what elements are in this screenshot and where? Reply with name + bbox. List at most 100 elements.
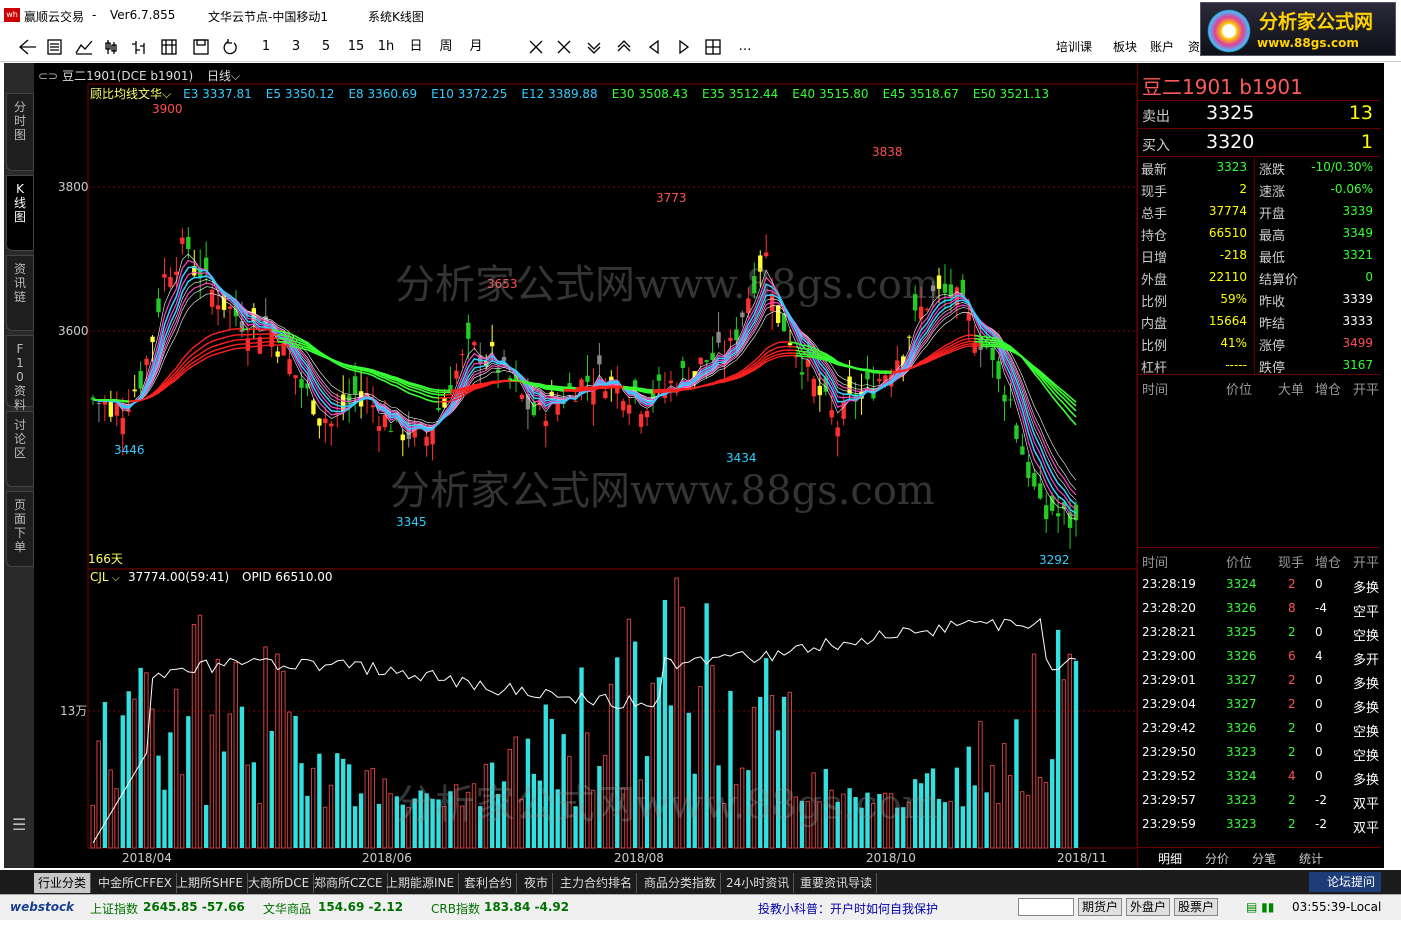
back-icon[interactable] bbox=[19, 39, 36, 55]
quote-tab-3[interactable]: 统计 bbox=[1299, 850, 1323, 867]
app-version: Ver6.7.855 bbox=[110, 8, 176, 22]
quote-key: 总手 bbox=[1141, 207, 1168, 222]
vol-dropdown-icon[interactable]: ⌵ bbox=[112, 573, 120, 584]
index-name-1[interactable]: 文华商品 bbox=[263, 900, 311, 917]
market-tab-2[interactable]: 上期所SHFE bbox=[172, 873, 249, 893]
candle-body bbox=[388, 430, 394, 432]
tick-row: 23:29:52 3324 4 0 多换 bbox=[1138, 767, 1381, 789]
watermark-2: 分析家公式网www.88gs.com bbox=[390, 468, 935, 514]
period-2[interactable]: 5 bbox=[316, 38, 336, 56]
market-tab-8[interactable]: 主力合约排名 bbox=[556, 873, 638, 893]
zoom-in-icon[interactable] bbox=[529, 40, 543, 54]
tip-text[interactable]: 投教小科普：开户时如何自我保护 bbox=[758, 900, 938, 917]
quote-right-5[interactable]: 结算价 0 bbox=[1259, 267, 1373, 289]
market-tab-0[interactable]: 行业分类 bbox=[34, 873, 92, 893]
candle-body bbox=[907, 336, 912, 338]
tick-cell-t: 23:29:01 bbox=[1142, 673, 1196, 687]
ma-line-bear-45 bbox=[92, 341, 1077, 407]
tick-cell-p: 3324 bbox=[1226, 769, 1257, 783]
quote-value: -0.06% bbox=[1330, 182, 1373, 196]
candle-body bbox=[698, 357, 703, 365]
period-7[interactable]: 月 bbox=[466, 38, 486, 56]
candle-body bbox=[501, 356, 507, 361]
market-tab-5[interactable]: 上期能源INE bbox=[382, 873, 460, 893]
quote-tab-2[interactable]: 分笔 bbox=[1252, 850, 1276, 867]
quote-key: 涨停 bbox=[1259, 339, 1286, 354]
tick-cell-o: 多换 bbox=[1353, 581, 1380, 596]
flower-logo-icon bbox=[1207, 9, 1251, 53]
market-tab-11[interactable]: 重要资讯导读 bbox=[796, 873, 878, 893]
buy-row[interactable]: 买入 3320 1 bbox=[1138, 129, 1381, 157]
candle-body bbox=[215, 305, 221, 310]
volume-bar bbox=[126, 691, 131, 848]
candle-icon[interactable] bbox=[105, 40, 117, 54]
quote-key: 日增 bbox=[1141, 251, 1168, 266]
candle-body bbox=[120, 418, 125, 435]
save-icon[interactable] bbox=[193, 39, 209, 55]
tick-header-b-0: 时间 bbox=[1142, 556, 1169, 571]
index-name-2[interactable]: CRB指数 bbox=[431, 900, 480, 917]
line-icon[interactable] bbox=[75, 40, 93, 55]
brand-url: www.88gs.com bbox=[1257, 36, 1359, 50]
buy-price: 3320 bbox=[1206, 131, 1255, 153]
xdate-2: 2018/08 bbox=[614, 851, 664, 865]
index-name-0[interactable]: 上证指数 bbox=[90, 900, 138, 917]
period-5[interactable]: 日 bbox=[406, 38, 426, 56]
market-tab-10[interactable]: 24小时资讯 bbox=[722, 873, 795, 893]
volume-bar bbox=[948, 800, 953, 849]
bar-icon[interactable] bbox=[132, 41, 145, 54]
account-button-1[interactable]: 外盘户 bbox=[1126, 898, 1171, 916]
candle-body bbox=[728, 337, 733, 341]
tick-cell-t: 23:28:19 bbox=[1142, 577, 1196, 591]
chevron-down-icon[interactable] bbox=[587, 42, 601, 54]
toolbar-link-0[interactable]: 培训课 bbox=[1056, 38, 1092, 55]
quote-tab-0[interactable]: 明细 bbox=[1158, 850, 1182, 867]
candle-body bbox=[817, 385, 823, 396]
candle-body bbox=[203, 257, 209, 271]
market-tab-3[interactable]: 大商所DCE bbox=[244, 873, 315, 893]
period-4[interactable]: 1h bbox=[376, 38, 396, 56]
sell-label: 卖出 bbox=[1142, 109, 1170, 125]
forum-button[interactable]: 论坛提问 bbox=[1309, 872, 1381, 892]
layout-icon[interactable] bbox=[705, 39, 721, 55]
candle-body bbox=[1055, 513, 1061, 517]
period-0[interactable]: 1 bbox=[256, 38, 276, 56]
list-icon[interactable] bbox=[47, 39, 62, 55]
forum-label: 论坛提问 bbox=[1327, 875, 1376, 889]
clock: 03:55:39-Local bbox=[1292, 900, 1382, 914]
period-6[interactable]: 周 bbox=[436, 38, 456, 56]
refresh-icon[interactable] bbox=[223, 39, 237, 55]
candle-body bbox=[638, 414, 644, 427]
quote-tab-1[interactable]: 分价 bbox=[1205, 850, 1229, 867]
period-1[interactable]: 3 bbox=[286, 38, 306, 56]
market-tab-4[interactable]: 郑商所CZCE bbox=[310, 873, 388, 893]
volume-bar bbox=[1002, 743, 1007, 849]
sell-row[interactable]: 卖出 3325 13 bbox=[1138, 100, 1381, 128]
grid-icon[interactable] bbox=[161, 39, 177, 55]
toolbar-link-1[interactable]: 板块 bbox=[1113, 38, 1137, 55]
zoom-out-icon[interactable] bbox=[557, 40, 571, 54]
account-button-0[interactable]: 期货户 bbox=[1078, 898, 1123, 916]
arrow-right-icon[interactable] bbox=[679, 39, 690, 55]
more-icon[interactable]: … bbox=[735, 38, 755, 56]
toolbar-link-2[interactable]: 账户 bbox=[1150, 38, 1174, 55]
period-3[interactable]: 15 bbox=[346, 38, 366, 56]
tick-cell-o: 空换 bbox=[1353, 629, 1380, 644]
vol-name[interactable]: CJL bbox=[90, 570, 109, 584]
quote-left-8: 比例 41% bbox=[1141, 333, 1247, 355]
tick-cell-z: 0 bbox=[1315, 625, 1323, 639]
volume-bar bbox=[1014, 719, 1019, 848]
account-button-2[interactable]: 股票户 bbox=[1174, 898, 1219, 916]
arrow-left-icon[interactable] bbox=[648, 39, 659, 55]
quote-value: 3333 bbox=[1342, 314, 1373, 328]
account-input[interactable] bbox=[1018, 898, 1074, 916]
market-tab-7[interactable]: 夜市 bbox=[520, 873, 554, 893]
market-tab-6[interactable]: 套利合约 bbox=[460, 873, 518, 893]
market-tab-1[interactable]: 中金所CFFEX bbox=[94, 873, 177, 893]
days-count: 166天 bbox=[88, 552, 123, 566]
market-tab-9[interactable]: 商品分类指数 bbox=[640, 873, 722, 893]
chevron-up-icon[interactable] bbox=[617, 40, 631, 52]
quote-right-6: 昨收 3339 bbox=[1259, 289, 1373, 311]
tick-row: 23:28:21 3325 2 0 空换 bbox=[1138, 623, 1381, 645]
candle-body bbox=[668, 380, 674, 384]
